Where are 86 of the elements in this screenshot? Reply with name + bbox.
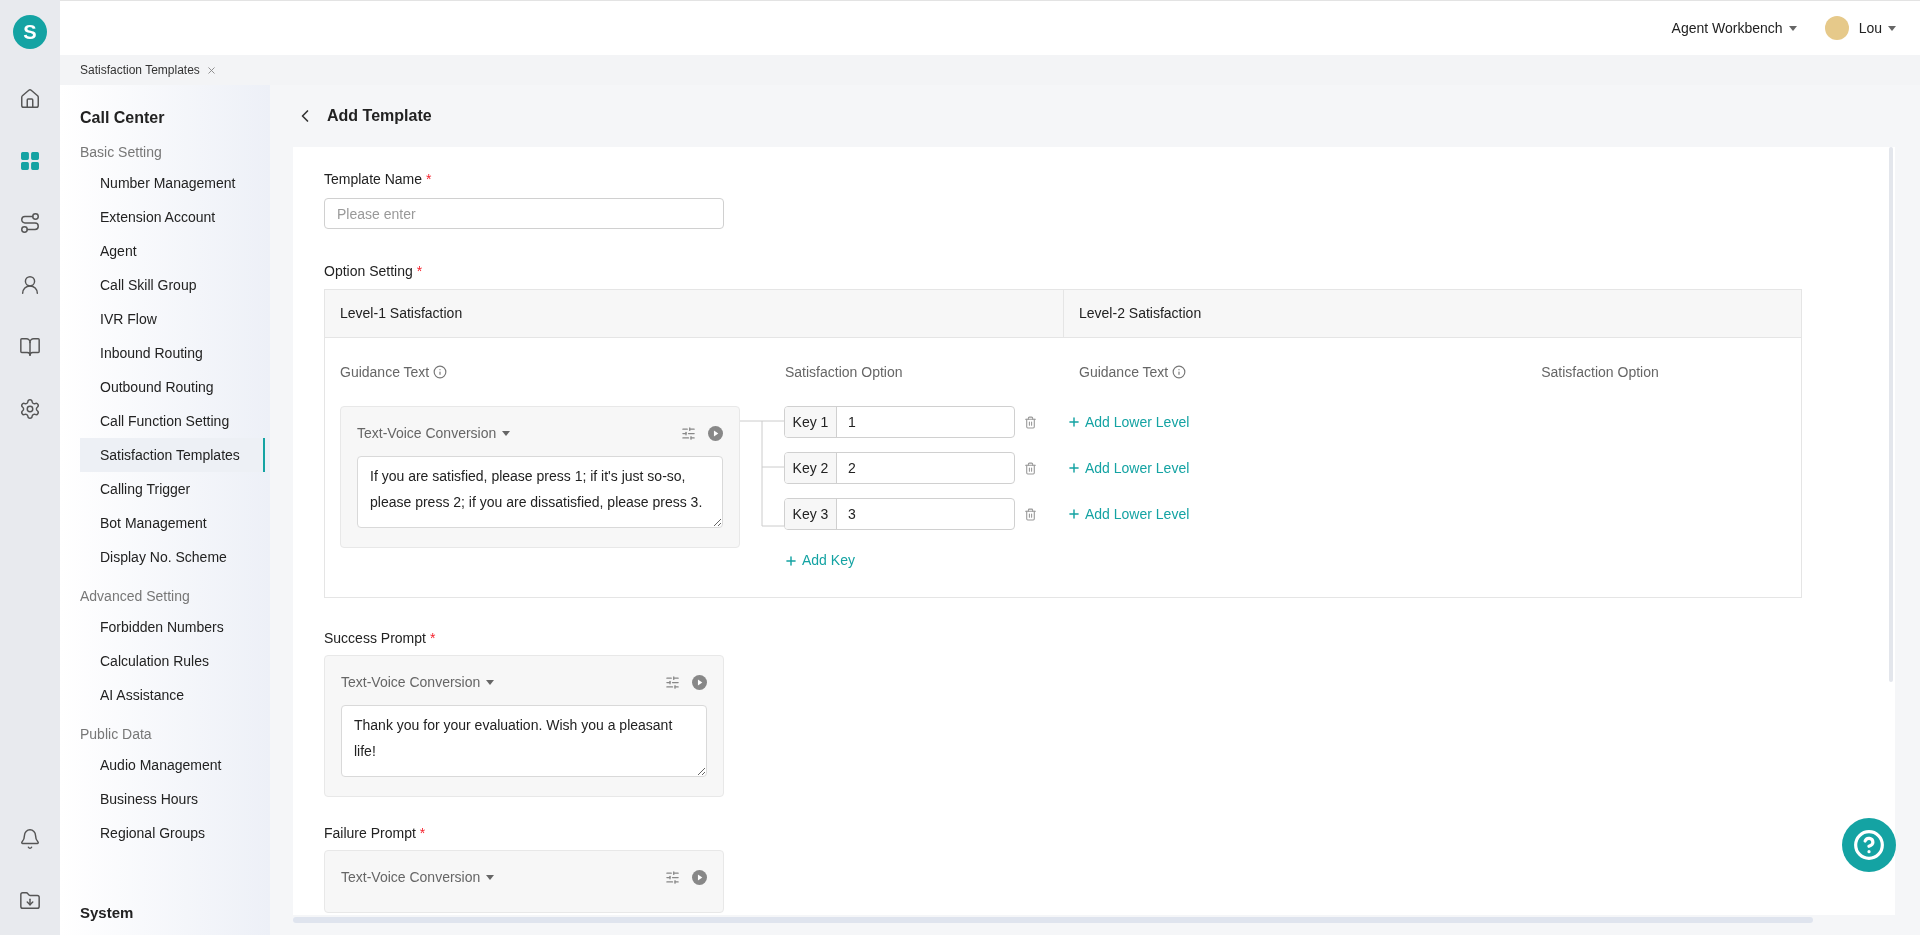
column-label: Guidance Text <box>1079 362 1169 382</box>
close-icon[interactable] <box>205 64 217 76</box>
sidebar-title: System <box>80 903 135 923</box>
sidebar-group-title: Public Data <box>80 725 153 744</box>
sidebar-item[interactable]: Bot Management <box>80 506 265 540</box>
key-value: 2 <box>847 458 856 478</box>
required-mark: * <box>429 630 436 646</box>
key-value: 3 <box>847 504 856 524</box>
caret-icon <box>486 875 495 880</box>
sidebar-item[interactable]: Call Function Setting <box>80 404 265 438</box>
key-label: Key 3 <box>785 499 837 529</box>
sidebar-item[interactable]: Calling Trigger <box>80 472 265 506</box>
page-tab[interactable]: Satisfaction Templates <box>80 61 200 79</box>
home-icon[interactable] <box>18 87 42 111</box>
settings-icon[interactable] <box>18 397 42 421</box>
sidebar-item[interactable]: Display No. Scheme <box>80 540 265 574</box>
sidebar-item[interactable]: AI Assistance <box>80 678 265 712</box>
sliders-icon[interactable] <box>665 675 680 690</box>
key-field[interactable]: Key 3 3 <box>784 498 1015 530</box>
book-icon[interactable] <box>18 335 42 359</box>
avatar <box>1824 16 1849 40</box>
sidebar-item[interactable]: IVR Flow <box>80 302 265 336</box>
logo: S <box>13 15 47 49</box>
key-label: Key 1 <box>785 407 837 437</box>
play-icon[interactable] <box>692 870 707 885</box>
caret-icon <box>486 680 495 685</box>
route-icon[interactable] <box>18 211 42 235</box>
caret-icon <box>1888 25 1896 31</box>
play-icon[interactable] <box>708 426 723 441</box>
sliders-icon[interactable] <box>681 426 696 441</box>
column-label: Satisfaction Option <box>785 364 903 380</box>
required-mark: * <box>416 263 423 279</box>
sidebar-group-title: Advanced Setting <box>80 587 191 606</box>
grid-icon[interactable] <box>18 149 42 173</box>
sidebar-group-title: Basic Setting <box>80 143 163 162</box>
key-label: Key 2 <box>785 453 837 483</box>
sidebar-item[interactable]: Satisfaction Templates <box>80 438 265 472</box>
prompt-text-field[interactable]: Thank you for your evaluation. Wish you a pleasant life! <box>341 705 707 777</box>
info-icon[interactable] <box>433 365 448 379</box>
sidebar-item[interactable]: Number Management <box>80 166 265 200</box>
key-field[interactable]: Key 2 2 <box>784 452 1015 484</box>
sidebar-item[interactable]: Calculation Rules <box>80 644 265 678</box>
required-mark: * <box>419 825 426 841</box>
sidebar-item[interactable]: Forbidden Numbers <box>80 610 265 644</box>
template-name-field[interactable]: Please enter <box>324 198 724 229</box>
column-header: Level-1 Satisfaction <box>340 304 463 323</box>
required-mark: * <box>426 171 432 187</box>
trash-icon[interactable] <box>1024 461 1037 475</box>
sidebar-item[interactable]: Regional Groups <box>80 816 265 850</box>
mode-dropdown[interactable]: Text-Voice Conversion <box>357 423 511 444</box>
page-title: Add Template <box>327 106 432 126</box>
column-header: Level-2 Satisfaction <box>1079 304 1202 323</box>
field-label: Success Prompt <box>324 630 426 646</box>
plus-icon <box>784 553 798 568</box>
plus-icon <box>1067 415 1081 429</box>
plus-icon <box>1067 507 1081 521</box>
user-dropdown[interactable]: Lou <box>1858 17 1896 39</box>
sidebar-item[interactable]: Audio Management <box>80 748 265 782</box>
mode-dropdown[interactable]: Text-Voice Conversion <box>341 867 495 888</box>
play-icon[interactable] <box>692 675 707 690</box>
field-label: Option Setting <box>324 263 413 279</box>
caret-icon <box>502 431 511 436</box>
plus-icon <box>1067 461 1081 475</box>
trash-icon[interactable] <box>1024 507 1037 521</box>
prompt-text-field[interactable]: If you are satisfied, please press 1; if it's just so-so, please press 2; if you are dissatisfied, please press 3. <box>357 456 723 528</box>
sidebar-item[interactable]: Call Skill Group <box>80 268 265 302</box>
mode-dropdown[interactable]: Text-Voice Conversion <box>341 672 495 693</box>
key-value: 1 <box>847 412 856 432</box>
sidebar-item[interactable]: Extension Account <box>80 200 265 234</box>
info-icon[interactable] <box>1172 365 1187 379</box>
sidebar-item[interactable]: Business Hours <box>80 782 265 816</box>
sidebar-item[interactable]: Agent <box>80 234 265 268</box>
sidebar-item[interactable]: Inbound Routing <box>80 336 265 370</box>
help-icon <box>1853 829 1885 861</box>
caret-icon <box>1788 25 1797 31</box>
bell-icon[interactable] <box>18 827 42 851</box>
sidebar-item[interactable]: Outbound Routing <box>80 370 265 404</box>
sliders-icon[interactable] <box>665 870 680 885</box>
column-label: Guidance Text <box>340 362 430 382</box>
sidebar-title: Call Center <box>80 108 166 128</box>
key-field[interactable]: Key 1 1 <box>784 406 1015 438</box>
column-label: Satisfaction Option <box>1541 364 1659 380</box>
field-label: Failure Prompt <box>324 825 416 841</box>
workbench-dropdown[interactable]: Agent Workbench <box>1671 17 1797 39</box>
trash-icon[interactable] <box>1024 415 1037 429</box>
field-label: Template Name <box>324 171 423 187</box>
